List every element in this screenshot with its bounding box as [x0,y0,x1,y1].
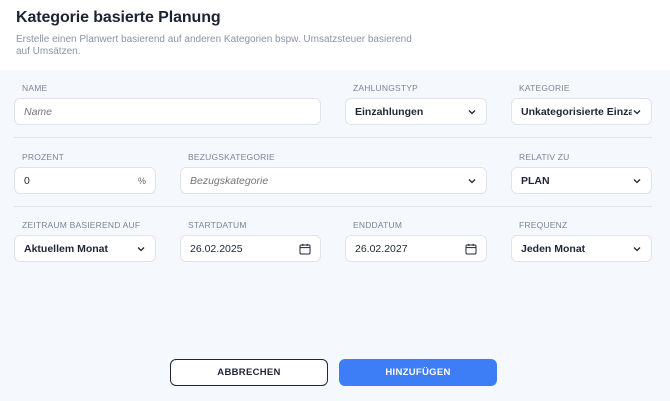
zahlungstyp-value: Einzahlungen [355,105,424,118]
zahlungstyp-label: ZAHLUNGSTYP [353,83,419,93]
zahlungstyp-select[interactable]: Einzahlungen [345,98,487,125]
enddatum-label: ENDDATUM [353,220,403,230]
page-title: Kategorie basierte Planung [16,9,221,26]
calendar-icon[interactable] [465,243,477,255]
divider [14,206,652,207]
enddatum-input[interactable]: 26.02.2027 [345,235,487,262]
page-subtitle: Erstelle einen Planwert basierend auf an… [16,34,412,57]
kategorie-label: KATEGORIE [519,83,570,93]
relativ-zu-value: PLAN [521,174,550,187]
chevron-down-icon [468,109,476,114]
chevron-down-icon [468,178,476,183]
chevron-down-icon [633,246,641,251]
startdatum-input[interactable]: 26.02.2025 [180,235,321,262]
percent-suffix: % [137,175,146,186]
frequenz-value: Jeden Monat [521,242,586,255]
relativ-zu-select[interactable]: PLAN [511,167,652,194]
startdatum-value: 26.02.2025 [190,242,243,255]
bezugskategorie-label: BEZUGSKATEGORIE [188,152,275,162]
prozent-input[interactable]: 0 % [14,167,156,194]
add-button[interactable]: HINZUFÜGEN [339,359,497,386]
chevron-down-icon [137,246,145,251]
divider [14,137,652,138]
name-input[interactable] [24,105,311,118]
relativ-zu-label: RELATIV ZU [519,152,570,162]
prozent-label: PROZENT [22,152,65,162]
zeitraum-select[interactable]: Aktuellem Monat [14,235,156,262]
name-field[interactable] [14,98,321,125]
kategorie-value: Unkategorisierte Einza... [521,105,632,118]
frequenz-label: FREQUENZ [519,220,568,230]
prozent-value: 0 [24,174,30,187]
calendar-icon[interactable] [299,243,311,255]
enddatum-value: 26.02.2027 [355,242,408,255]
name-label: NAME [22,83,48,93]
cancel-button[interactable]: ABBRECHEN [170,359,328,386]
zeitraum-value: Aktuellem Monat [24,242,109,255]
startdatum-label: STARTDATUM [188,220,247,230]
dialog-header: Kategorie basierte Planung Erstelle eine… [0,0,670,70]
bezugskategorie-select[interactable] [180,167,487,194]
frequenz-select[interactable]: Jeden Monat [511,235,652,262]
zeitraum-label: ZEITRAUM BASIEREND AUF [22,220,141,230]
bezugskategorie-input[interactable] [190,174,467,187]
chevron-down-icon [633,109,641,114]
chevron-down-icon [633,178,641,183]
kategorie-select[interactable]: Unkategorisierte Einza... [511,98,652,125]
